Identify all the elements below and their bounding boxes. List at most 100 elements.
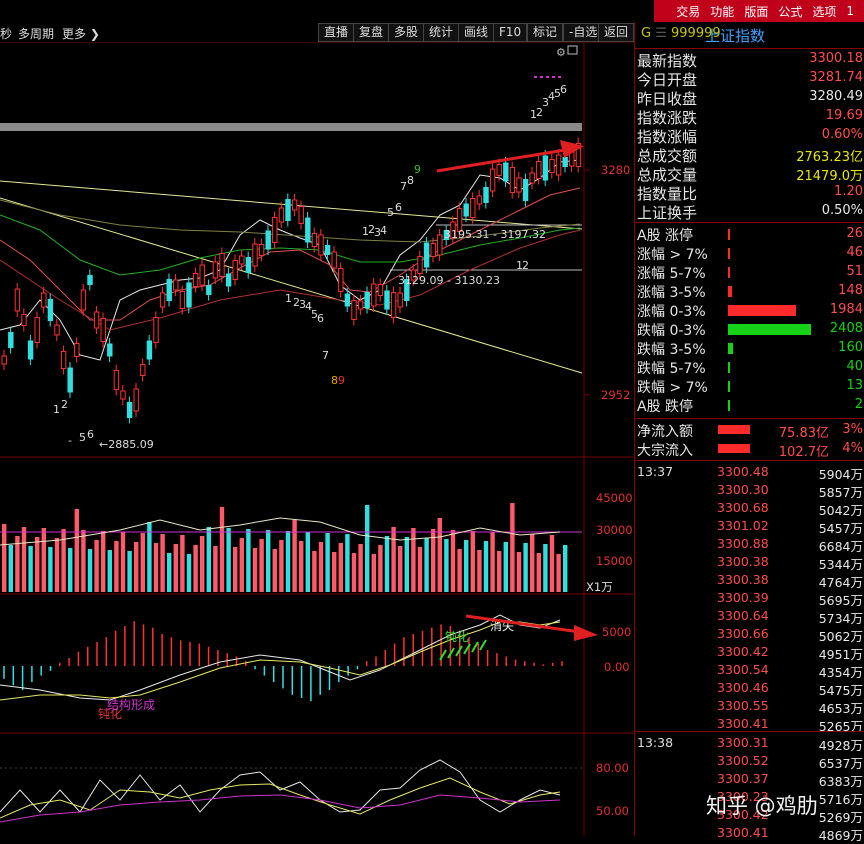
- candle-body: [1, 355, 7, 365]
- replay-button[interactable]: 复盘: [353, 23, 390, 42]
- draw-line-button[interactable]: 画线: [458, 23, 495, 42]
- flow-label: 大宗流入: [637, 443, 693, 459]
- breadth-value: 46: [846, 245, 863, 260]
- candle-body: [384, 290, 390, 310]
- volume-bar: [556, 554, 561, 592]
- volume-bar: [180, 535, 185, 592]
- breadth-bar: [728, 229, 730, 240]
- volume-bar: [411, 528, 416, 592]
- candle-body: [8, 332, 14, 348]
- tick-row: 3300.39 5695万: [635, 589, 864, 608]
- candle-body: [285, 199, 291, 221]
- flow-amount: 75.83亿: [778, 426, 829, 441]
- volume-bar: [378, 545, 383, 592]
- volume-bar: [444, 539, 449, 592]
- index-name[interactable]: 上证指数: [705, 25, 765, 46]
- menu-functions[interactable]: 功能: [710, 3, 734, 20]
- candle-body: [397, 292, 403, 308]
- maximize-icon[interactable]: [567, 45, 578, 55]
- candle-body: [239, 255, 245, 265]
- candle-body: [153, 317, 159, 343]
- kline-chart[interactable]: ⚙ 3280 2952 ←2885.09 3195.31 - 3197.32 3…: [0, 42, 634, 836]
- flow-label: 净流入额: [637, 424, 693, 440]
- breadth-label: 涨幅 3-5%: [637, 285, 706, 301]
- svg-text:2: 2: [522, 259, 529, 272]
- candle-body: [245, 257, 252, 273]
- candle-body: [542, 155, 549, 181]
- macd-dull-label: 钝化: [445, 630, 469, 644]
- breadth-label: 涨幅 > 7%: [637, 247, 708, 263]
- svg-text:9: 9: [338, 374, 345, 387]
- menu-options[interactable]: 选项: [812, 3, 836, 20]
- breadth-row: 跌幅 3-5% 160: [635, 339, 864, 358]
- multi-period-button[interactable]: 多周期: [18, 25, 54, 42]
- volume-bar: [140, 533, 145, 592]
- volume-bar: [219, 507, 225, 592]
- candle-body: [34, 317, 40, 343]
- period-seconds[interactable]: 秒: [0, 25, 12, 42]
- volume-bar: [252, 548, 258, 592]
- volume-axis-label: 15000: [596, 554, 633, 568]
- volume-bar: [74, 509, 79, 592]
- candle-body: [54, 324, 60, 336]
- breadth-bar: [728, 381, 730, 392]
- volume-bar: [246, 529, 251, 592]
- breadth-label: A股 涨停: [637, 228, 694, 244]
- stat-label: 昨日收盘: [637, 90, 698, 108]
- tick-row: 3300.54 4354万: [635, 661, 864, 680]
- live-button[interactable]: 直播: [318, 23, 355, 42]
- volume-bar: [107, 550, 112, 592]
- more-button[interactable]: 更多 ❯: [62, 25, 100, 42]
- candle-body: [318, 234, 324, 256]
- breadth-label: 涨幅 5-7%: [637, 266, 706, 282]
- menu-extra[interactable]: 1: [846, 4, 854, 18]
- candle-body: [41, 292, 47, 308]
- tick-price: 3300.64: [717, 608, 769, 623]
- tick-row: 3300.37 6383万: [635, 770, 864, 789]
- tick-price: 3300.30: [717, 482, 769, 497]
- tick-price: 3300.55: [717, 698, 769, 713]
- candle-body: [503, 162, 509, 182]
- macd-structure-label: 结构形成: [107, 697, 155, 712]
- svg-text:7: 7: [400, 180, 407, 193]
- statistics-button[interactable]: 统计: [423, 23, 460, 42]
- tick-time: 13:37: [637, 464, 674, 479]
- candle-body: [100, 318, 106, 342]
- volume-bar: [8, 545, 13, 592]
- menu-layout[interactable]: 版面: [744, 3, 768, 20]
- tick-price: 3300.41: [717, 716, 769, 731]
- back-button[interactable]: 返回: [598, 23, 635, 42]
- volume-bar: [285, 531, 291, 592]
- volume-bar: [114, 541, 119, 592]
- volume-bar: [186, 554, 192, 592]
- volume-bar: [450, 530, 456, 592]
- menu-formula[interactable]: 公式: [778, 3, 802, 20]
- breadth-bar: [728, 267, 730, 278]
- chart-toolbar: 秒 多周期 更多 ❯ 直播 复盘 多股 统计 画线 F10 标记 -自选 返回: [0, 22, 635, 43]
- stat-label: 指数涨跌: [637, 109, 698, 127]
- volume-bar: [200, 536, 205, 592]
- f10-button[interactable]: F10: [493, 23, 528, 42]
- stat-label: 指数量比: [637, 185, 698, 203]
- multi-stock-button[interactable]: 多股: [388, 23, 425, 42]
- tick-row: 3300.42 4951万: [635, 643, 864, 662]
- volume-bar: [68, 548, 73, 592]
- stat-value: 21479.0万: [796, 169, 863, 184]
- settings-icon[interactable]: ⚙: [556, 46, 566, 59]
- mark-button[interactable]: 标记: [527, 23, 564, 42]
- breadth-label: 跌幅 3-5%: [637, 342, 706, 358]
- candle-body: [549, 159, 555, 173]
- candle-body: [272, 217, 278, 243]
- menu-trade[interactable]: 交易: [676, 3, 700, 20]
- volume-bar: [318, 542, 324, 592]
- flow-bar: [718, 444, 750, 453]
- candle-body: [166, 279, 172, 301]
- candle-body: [476, 195, 483, 205]
- volume-bar: [173, 544, 178, 592]
- svg-text:1: 1: [285, 292, 292, 305]
- tick-price: 3300.38: [717, 554, 769, 569]
- volume-bar: [2, 524, 7, 592]
- volume-bar: [35, 537, 40, 592]
- tick-price: 3300.52: [717, 753, 769, 768]
- tick-price: 3300.39: [717, 590, 769, 605]
